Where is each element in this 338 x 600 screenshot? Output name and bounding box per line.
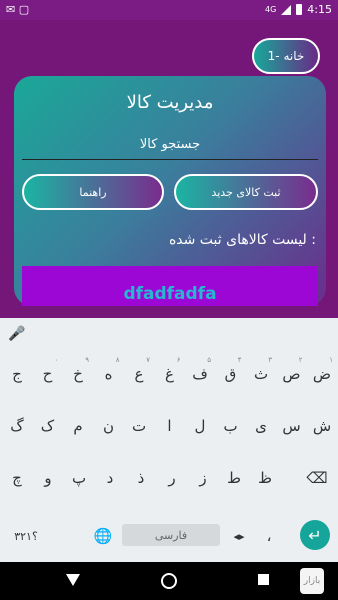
key[interactable]: ط — [219, 458, 249, 498]
status-right: 4G 4:15 — [265, 3, 332, 16]
clock: 4:15 — [307, 3, 332, 16]
key[interactable]: ق۴ — [216, 354, 246, 394]
page-title: مدیریت کالا — [126, 92, 214, 113]
key[interactable]: ز — [188, 458, 218, 498]
key[interactable]: ف۵ — [185, 354, 215, 394]
key[interactable]: ض۱ — [307, 354, 337, 394]
backspace-icon[interactable]: ⌫ — [302, 458, 332, 498]
key[interactable]: ش — [307, 406, 337, 446]
product-management-card: مدیریت کالا جستجو کالا راهنما ثبت کالای … — [14, 76, 326, 306]
key[interactable]: ج — [2, 354, 32, 394]
key[interactable]: خ۹ — [63, 354, 93, 394]
key-hint: ۳ — [268, 356, 272, 364]
key[interactable]: ب — [216, 406, 246, 446]
signal-icon — [281, 4, 292, 15]
key[interactable]: ظ — [250, 458, 280, 498]
status-left-icons: ✉ ▢ — [6, 3, 30, 16]
key-hint: ۹ — [85, 356, 89, 364]
status-bar: ✉ ▢ 4G 4:15 — [0, 0, 338, 20]
key[interactable]: ر — [157, 458, 187, 498]
guide-button[interactable]: راهنما — [22, 174, 164, 210]
key[interactable]: ی — [246, 406, 276, 446]
key-hint: ۰ — [54, 356, 59, 364]
numbers-key[interactable]: ۳۲۱؟ — [8, 516, 44, 556]
battery-icon — [296, 4, 303, 15]
key[interactable]: چ — [2, 458, 32, 498]
navigation-bar: بازار — [0, 562, 338, 600]
list-item-title: dfadfadfa — [123, 284, 217, 304]
key-hint: ۷ — [146, 356, 150, 364]
key[interactable]: ک — [33, 406, 63, 446]
key[interactable]: ن — [94, 406, 124, 446]
key-row-2: شسیبلاتنمکگ — [0, 404, 338, 454]
key[interactable]: ح۰ — [33, 354, 63, 394]
key-hint: ۶ — [176, 356, 181, 364]
network-type: 4G — [265, 5, 277, 14]
key[interactable]: ذ — [126, 458, 156, 498]
search-input[interactable]: جستجو کالا — [22, 134, 318, 160]
enter-key[interactable]: ↵ — [300, 520, 330, 550]
key[interactable]: ع۷ — [124, 354, 154, 394]
space-bar[interactable]: فارسی — [122, 524, 220, 546]
mic-icon[interactable]: 🎤 — [8, 326, 25, 344]
bazaar-logo: بازار — [300, 568, 324, 594]
home-button[interactable]: 1- خانه — [252, 38, 320, 74]
key-hint: ۱ — [329, 356, 333, 364]
key[interactable]: ا — [155, 406, 185, 446]
key-hint: ۸ — [115, 356, 120, 364]
key[interactable]: ه۸ — [94, 354, 124, 394]
cursor-move-key[interactable]: ◂▸ — [224, 516, 254, 556]
key[interactable]: ص۲ — [277, 354, 307, 394]
key[interactable]: غ۶ — [155, 354, 185, 394]
key[interactable]: ل — [185, 406, 215, 446]
key[interactable]: م — [63, 406, 93, 446]
key-hint: ۵ — [207, 356, 211, 364]
soft-keyboard: 🎤 ض۱ص۲ث۳ق۴ف۵غ۶ع۷ه۸خ۹ح۰ج شسیبلاتنمکگ ظطزر… — [0, 318, 338, 562]
key[interactable]: د — [95, 458, 125, 498]
key-hint: ۲ — [298, 356, 303, 364]
key-hint: ۴ — [237, 356, 242, 364]
home-icon[interactable] — [161, 573, 177, 589]
list-label: لیست کالاهای ثبت شده : — [168, 232, 316, 248]
key[interactable]: س — [277, 406, 307, 446]
suggestion-bar: 🎤 — [0, 318, 338, 352]
key-row-3: ظ ط ز ر ذ د پ و چ ⌫ — [0, 456, 338, 506]
key[interactable]: ت — [124, 406, 154, 446]
back-icon[interactable] — [66, 574, 80, 586]
app-content: 1- خانه مدیریت کالا جستجو کالا راهنما ثب… — [0, 20, 338, 318]
recents-icon[interactable] — [258, 574, 269, 585]
list-item[interactable]: dfadfadfa — [22, 266, 318, 306]
key[interactable]: گ — [2, 406, 32, 446]
key-row-1: ض۱ص۲ث۳ق۴ف۵غ۶ع۷ه۸خ۹ح۰ج — [0, 352, 338, 402]
comma-key[interactable]: ، — [254, 516, 284, 556]
new-product-button[interactable]: ثبت کالای جدید — [174, 174, 318, 210]
key[interactable]: و — [33, 458, 63, 498]
key[interactable]: پ — [64, 458, 94, 498]
globe-icon[interactable]: 🌐 — [88, 516, 118, 556]
keyboard-bottom-row: ۳۲۱؟ 🌐 فارسی ◂▸ ، ↵ — [0, 516, 338, 562]
key[interactable]: ث۳ — [246, 354, 276, 394]
